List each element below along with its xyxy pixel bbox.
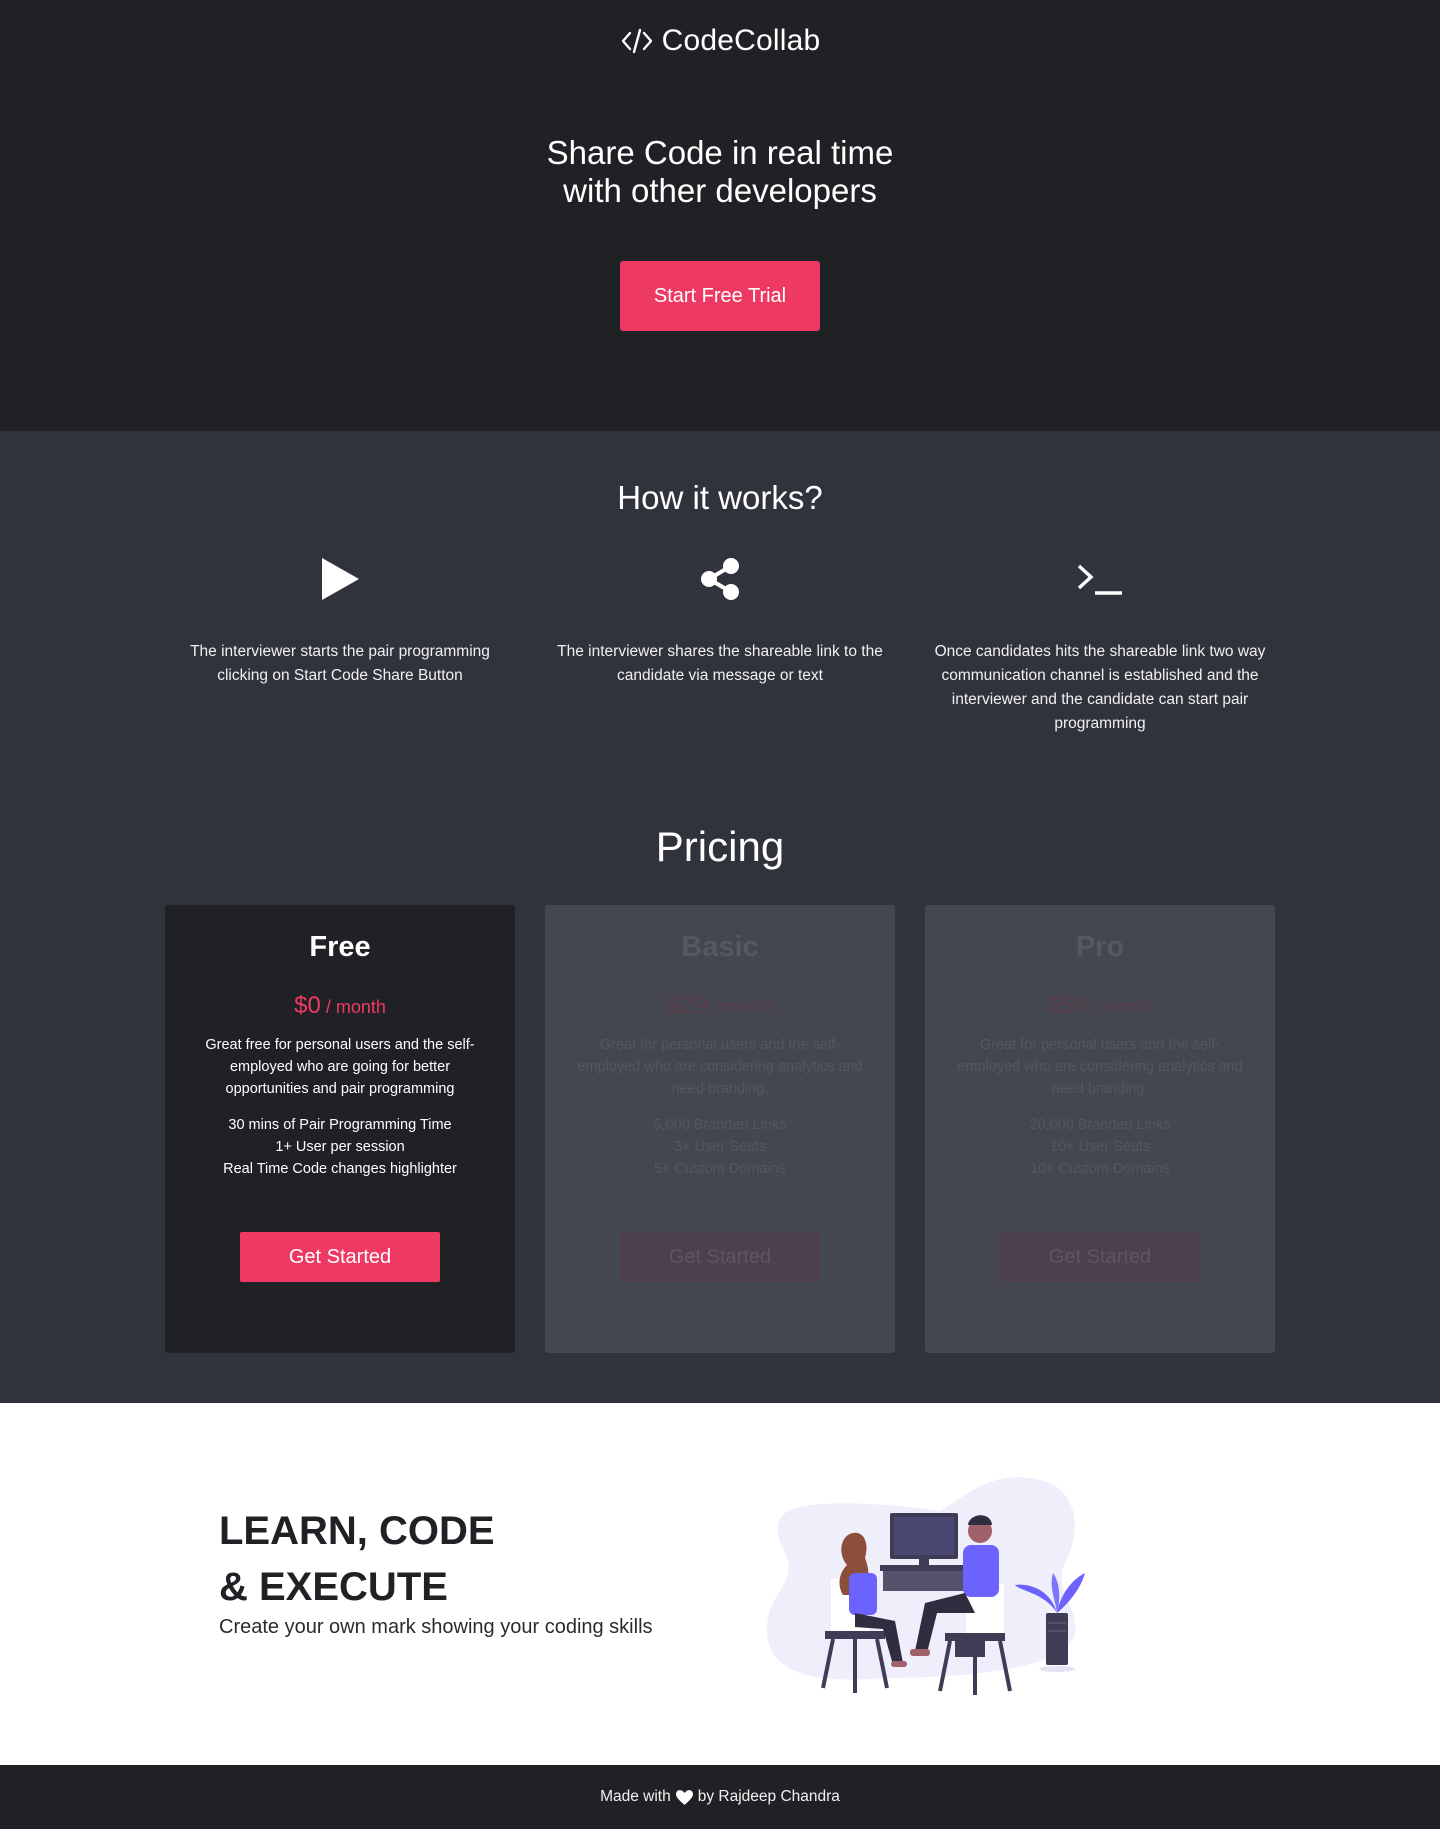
learn-heading: LEARN, CODE & EXECUTE [219,1503,495,1615]
feature-item: 10+ Custom Domains [1030,1161,1170,1177]
feature-item: Real Time Code changes highlighter [223,1161,457,1177]
feature-item: 1+ User per session [275,1139,405,1155]
step-share: The interviewer shares the shareable lin… [550,554,890,688]
feature-item: 20,000 Branded Links [1029,1117,1171,1133]
feature-item: 3+ User Seats [673,1139,767,1155]
terminal-icon [1077,564,1122,595]
price-amount: $0 [294,992,321,1019]
footer-author: by Rajdeep Chandra [697,1788,840,1805]
share-icon [701,558,739,600]
get-started-button-basic[interactable]: Get Started [620,1232,820,1282]
get-started-button-free[interactable]: Get Started [240,1232,440,1282]
price-period: / month [320,997,386,1017]
feature-item: 30 mins of Pair Programming Time [228,1117,452,1133]
learn-section: LEARN, CODE & EXECUTE Create your own ma… [0,1403,1440,1765]
developers-illustration [766,1477,1085,1695]
price-period: / month [707,997,773,1017]
how-it-works-title: How it works? [617,479,823,516]
learn-heading-line-1: LEARN, CODE [219,1509,495,1553]
feature-item: 5,000 Branded Links [653,1117,787,1133]
features-section: How it works? The interviewer starts the… [0,431,1440,1403]
brand[interactable]: CodeCollab [0,24,1440,58]
footer-prefix: Made with [600,1788,671,1805]
heart-icon [675,1789,693,1805]
price-amount: $29 [667,992,708,1019]
hero-title-line-2: with other developers [563,172,877,209]
plan-features: 5,000 Branded Links 3+ User Seats 5+ Cus… [545,1114,895,1180]
play-icon [322,558,359,600]
step-start: The interviewer starts the pair programm… [170,554,510,688]
pricing-title: Pricing [655,823,785,870]
pricing-card-basic: Basic $29 / month Great for personal use… [545,905,895,1353]
plan-description: Great for personal users and the self-em… [577,1037,863,1097]
brand-name: CodeCollab [661,24,821,57]
learn-heading-line-2: & EXECUTE [219,1565,448,1609]
footer: Made with by Rajdeep Chandra [0,1765,1440,1829]
step-text: The interviewer starts the pair programm… [190,643,490,684]
plan-price: $0 / month [165,992,515,1020]
feature-item: 10+ User Seats [1049,1139,1151,1155]
plan-description: Great for personal users and the self-em… [957,1037,1243,1097]
learn-subtitle: Create your own mark showing your coding… [219,1616,653,1638]
step-connect: Once candidates hits the shareable link … [930,554,1270,736]
plan-features: 30 mins of Pair Programming Time 1+ User… [165,1114,515,1180]
plan-price: $29 / month [545,992,895,1020]
hero-title: Share Code in real time with other devel… [0,134,1440,210]
code-icon [621,28,652,54]
start-free-trial-button[interactable]: Start Free Trial [620,261,820,331]
hero-title-line-1: Share Code in real time [546,134,894,171]
plan-name: Free [309,931,371,963]
plan-name: Basic [681,931,759,963]
price-period: / month [1087,997,1153,1017]
feature-item: 5+ Custom Domains [654,1161,786,1177]
plan-features: 20,000 Branded Links 10+ User Seats 10+ … [925,1114,1275,1180]
plan-name: Pro [1075,931,1125,963]
step-text: Once candidates hits the shareable link … [934,643,1266,732]
step-text: The interviewer shares the shareable lin… [557,643,883,684]
get-started-button-pro[interactable]: Get Started [1000,1232,1200,1282]
hero-section: CodeCollab Share Code in real time with … [0,0,1440,431]
plan-description: Great free for personal users and the se… [205,1037,475,1097]
price-amount: $59 [1047,992,1088,1019]
pricing-card-pro: Pro $59 / month Great for personal users… [925,905,1275,1353]
plan-price: $59 / month [925,992,1275,1020]
pricing-card-free: Free $0 / month Great free for personal … [165,905,515,1353]
